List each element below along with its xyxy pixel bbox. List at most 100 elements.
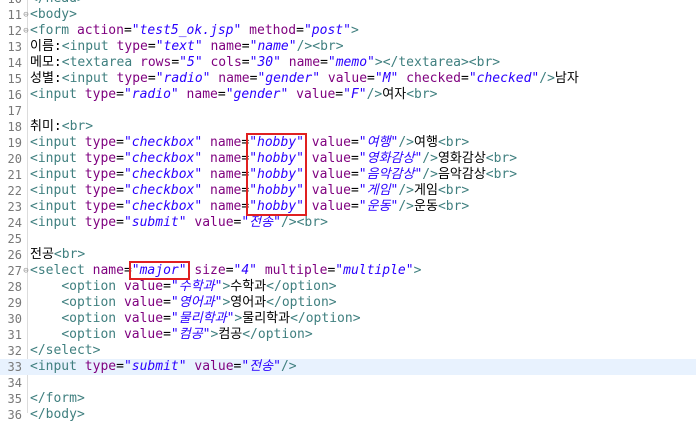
code-line[interactable]: 32 </select> [0,343,696,359]
code-line[interactable]: 18 취미:<br> [0,119,696,135]
code-token-attr: value [303,135,351,150]
line-number: 31 [7,328,22,342]
code-token-tag: /> [422,151,438,166]
code-line[interactable]: 19 <input type="checkbox" name="hobby" va… [0,135,696,151]
code-text: <option value="물리학과">물리학과</option> [30,311,360,327]
code-token-attr: type [84,87,117,102]
line-number: 21 [7,168,22,182]
code-line[interactable]: 20 <input type="checkbox" name="hobby" va… [0,151,696,167]
code-line[interactable]: 10 </head> [0,0,696,7]
code-text: </form> [30,391,85,407]
code-token-txt: = [225,263,234,278]
code-token-val: "hobby" [249,135,304,150]
code-line[interactable]: 16 <input type="radio" name="gender" valu… [0,87,696,103]
code-text: <input type="checkbox" name="hobby" valu… [30,167,517,183]
code-line[interactable]: 21 <input type="checkbox" name="hobby" va… [0,167,696,183]
code-token-attr: action [76,23,124,38]
code-token-txt: = [350,199,359,214]
code-token-tag: /> [422,167,438,182]
code-line[interactable]: 25 [0,231,696,247]
code-token-tag: </form> [30,391,85,406]
code-text: <input type="checkbox" name="hobby" valu… [30,199,469,215]
code-token-txt: = [241,199,250,214]
line-number: 19 [7,136,22,150]
code-line[interactable]: 31 <option value="컴공">컴공</option> [0,327,696,343]
code-line[interactable]: 34 [0,375,696,391]
code-token-val: "여행" [358,135,399,150]
code-token-txt: = [350,183,359,198]
line-number: 35 [7,392,22,406]
code-line[interactable]: 12 ⊖ <form action="test5_ok.jsp" method="p… [0,23,696,39]
code-editor[interactable]: 10</head>11⊖<body>12⊖<form action="test5… [0,0,696,423]
code-token-attr: type [84,359,117,374]
code-token-val: "전송" [241,359,281,374]
code-token-tag: <br> [61,119,94,134]
code-token-attr: value [303,151,351,166]
code-token-txt: 성별: [30,71,62,86]
code-line[interactable]: 33 <input type="submit" value="전송"/> [0,359,696,375]
code-token-val: "name" [249,39,297,54]
code-token-tag: <input [30,183,85,198]
code-line[interactable]: 23 <input type="checkbox" name="hobby" va… [0,199,696,215]
line-number: 33 [7,360,22,374]
fold-toggle-icon[interactable]: ⊖ [22,263,30,279]
code-token-tag: <br> [437,183,470,198]
code-token-val: "text" [155,39,203,54]
code-token-attr: name [202,135,242,150]
code-line[interactable]: 35 </form> [0,391,696,407]
code-token-txt: 운동 [414,199,438,214]
code-text: <input type="checkbox" name="hobby" valu… [30,151,517,167]
code-token-tag: <input [30,215,85,230]
line-number: 14 [7,56,22,70]
code-token-val: "checkbox" [123,151,203,166]
fold-toggle-icon[interactable]: ⊖ [22,23,30,39]
code-line[interactable]: 22 <input type="checkbox" name="hobby" va… [0,183,696,199]
code-line[interactable]: 24 <input type="submit" value="전송"/><br> [0,215,696,231]
code-token-tag: <input [30,87,85,102]
code-line[interactable]: 17 [0,103,696,119]
code-line[interactable]: 13 이름:<input type="text" name="name"/><br… [0,39,696,55]
code-token-txt: = [123,23,132,38]
code-line[interactable]: 30 <option value="물리학과">물리학과</option> [0,311,696,327]
code-line[interactable]: 29 <option value="영어과">영어과</option> [0,295,696,311]
code-token-txt: = [350,151,359,166]
code-token-txt: 이름: [30,39,62,54]
code-token-txt: 남자 [554,71,579,86]
code-token-attr: name [92,263,124,278]
code-line[interactable]: 11 ⊖ <body> [0,7,696,23]
code-line[interactable]: 36 </body> [0,407,696,423]
code-token-val: "submit" [123,215,187,230]
code-token-txt: = [163,279,171,294]
code-line[interactable]: 27 ⊖ <select name="major" size="4" multipl… [0,263,696,279]
line-number: 23 [7,200,22,214]
code-token-tag: <input [30,151,85,166]
code-token-tag: </head> [30,0,85,6]
code-token-tag: <input [30,199,85,214]
code-token-tag: <input [61,71,117,86]
code-line[interactable]: 26 전공<br> [0,247,696,263]
code-token-txt: = [217,87,226,102]
code-token-attr: value [123,311,164,326]
line-number: 36 [7,408,22,422]
code-token-txt: = [241,135,250,150]
code-token-val: "운동" [358,199,399,214]
code-token-attr: value [288,87,336,102]
fold-toggle-icon[interactable]: ⊖ [22,7,30,23]
code-token-tag: <input [61,39,117,54]
line-number: 26 [7,248,22,262]
code-line[interactable]: 14 메모:<textarea rows="5" cols="30" name="… [0,55,696,71]
code-token-txt: = [116,215,124,230]
code-token-txt: 컴공 [218,327,243,342]
code-token-tag: /> [366,87,383,102]
code-token-tag: /> [398,199,415,214]
code-token-val: "hobby" [249,167,304,182]
code-token-attr: name [202,183,242,198]
code-token-val: "수학과" [170,279,223,294]
code-token-tag: </option> [266,295,337,310]
code-token-tag: <option [61,311,124,326]
code-line[interactable]: 28 <option value="수학과">수학과</option> [0,279,696,295]
code-token-attr: cols [202,55,242,70]
code-line[interactable]: 15 성별:<input type="radio" name="gender" v… [0,71,696,87]
